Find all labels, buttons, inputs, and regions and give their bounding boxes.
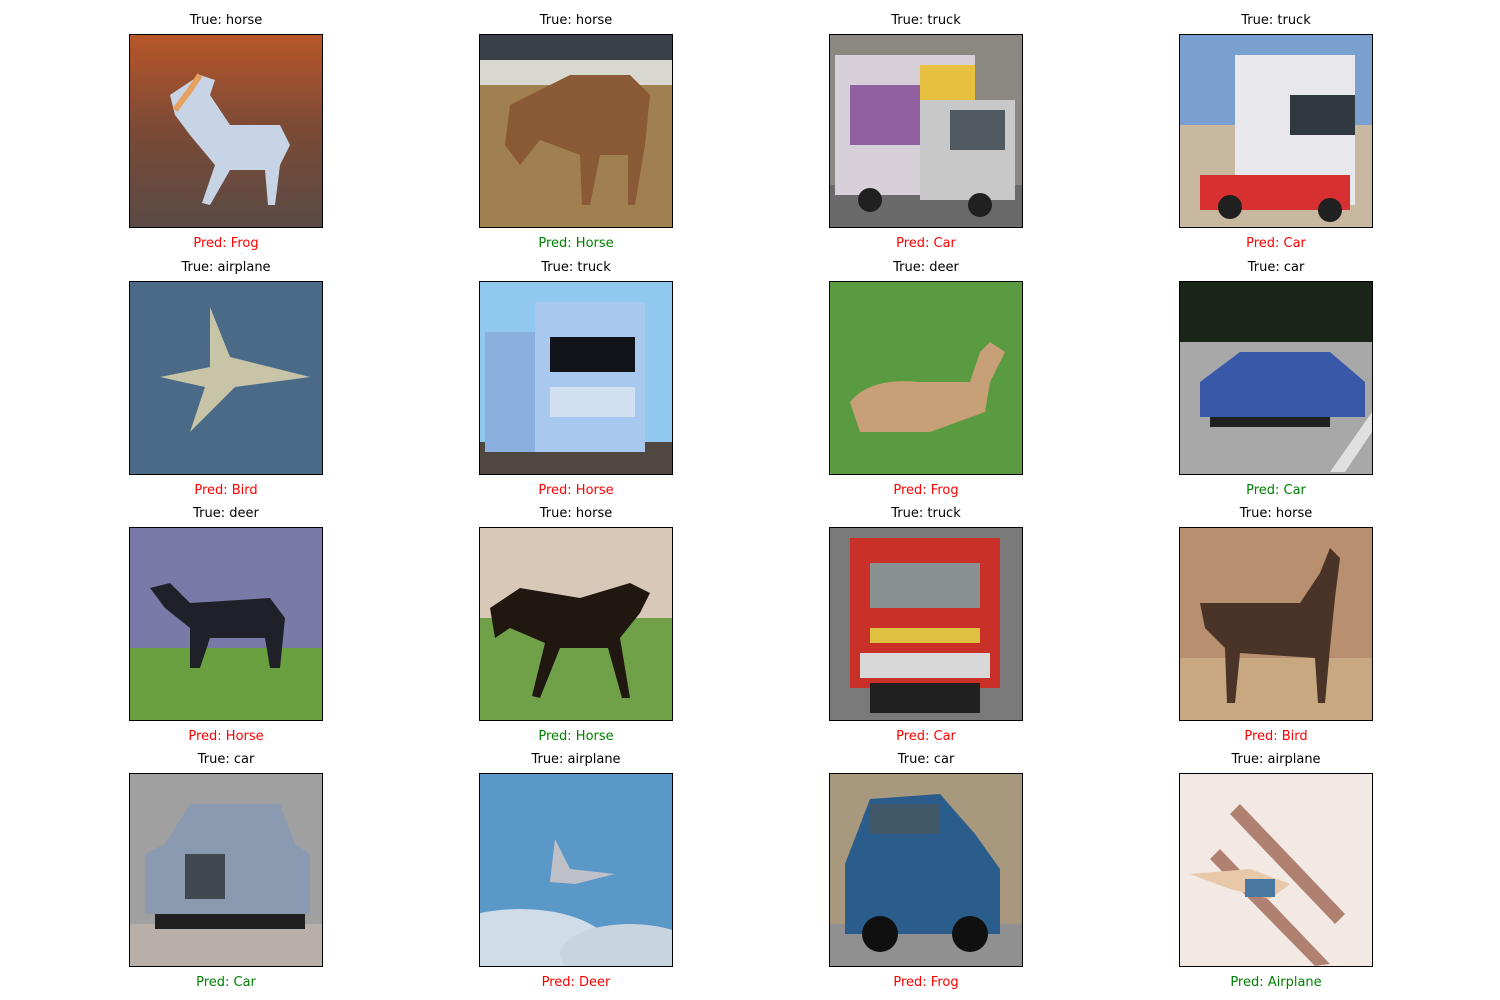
pred-label: Pred: Horse — [538, 483, 614, 498]
true-label: True: horse — [189, 13, 263, 28]
pred-label: Pred: Frog — [893, 975, 959, 990]
sample-image-car — [829, 773, 1023, 967]
pred-label: Pred: Bird — [1244, 729, 1308, 744]
pred-label: Pred: Frog — [193, 236, 259, 251]
true-label: True: car — [197, 752, 255, 767]
sample-image-horse — [479, 527, 673, 721]
true-label: True: deer — [893, 260, 959, 275]
true-label: True: truck — [891, 506, 961, 521]
pred-label: Pred: Car — [196, 975, 256, 990]
pred-label: Pred: Car — [896, 236, 956, 251]
sample-image-airplane — [129, 281, 323, 475]
sample-image-horse — [1179, 527, 1373, 721]
sample-image-truck — [479, 281, 673, 475]
true-label: True: airplane — [1231, 752, 1321, 767]
sample-image-car — [129, 773, 323, 967]
sample-image-deer — [129, 527, 323, 721]
pred-label: Pred: Horse — [538, 236, 614, 251]
pred-label: Pred: Car — [896, 729, 956, 744]
pred-label: Pred: Airplane — [1230, 975, 1322, 990]
true-label: True: airplane — [181, 260, 271, 275]
true-label: True: horse — [539, 506, 613, 521]
sample-image-deer — [829, 281, 1023, 475]
sample-image-airplane — [479, 773, 673, 967]
sample-image-truck — [1179, 34, 1373, 228]
true-label: True: horse — [1239, 506, 1313, 521]
pred-label: Pred: Frog — [893, 483, 959, 498]
true-label: True: airplane — [531, 752, 621, 767]
sample-image-airplane — [1179, 773, 1373, 967]
sample-image-truck — [829, 527, 1023, 721]
pred-label: Pred: Car — [1246, 236, 1306, 251]
sample-image-truck — [829, 34, 1023, 228]
sample-image-car — [1179, 281, 1373, 475]
pred-label: Pred: Horse — [538, 729, 614, 744]
pred-label: Pred: Car — [1246, 483, 1306, 498]
true-label: True: car — [1247, 260, 1305, 275]
true-label: True: truck — [1241, 13, 1311, 28]
sample-image-horse — [129, 34, 323, 228]
pred-label: Pred: Horse — [188, 729, 264, 744]
pred-label: Pred: Bird — [194, 483, 258, 498]
true-label: True: deer — [193, 506, 259, 521]
sample-image-horse — [479, 34, 673, 228]
true-label: True: truck — [541, 260, 611, 275]
pred-label: Pred: Deer — [541, 975, 611, 990]
true-label: True: truck — [891, 13, 961, 28]
true-label: True: car — [897, 752, 955, 767]
true-label: True: horse — [539, 13, 613, 28]
